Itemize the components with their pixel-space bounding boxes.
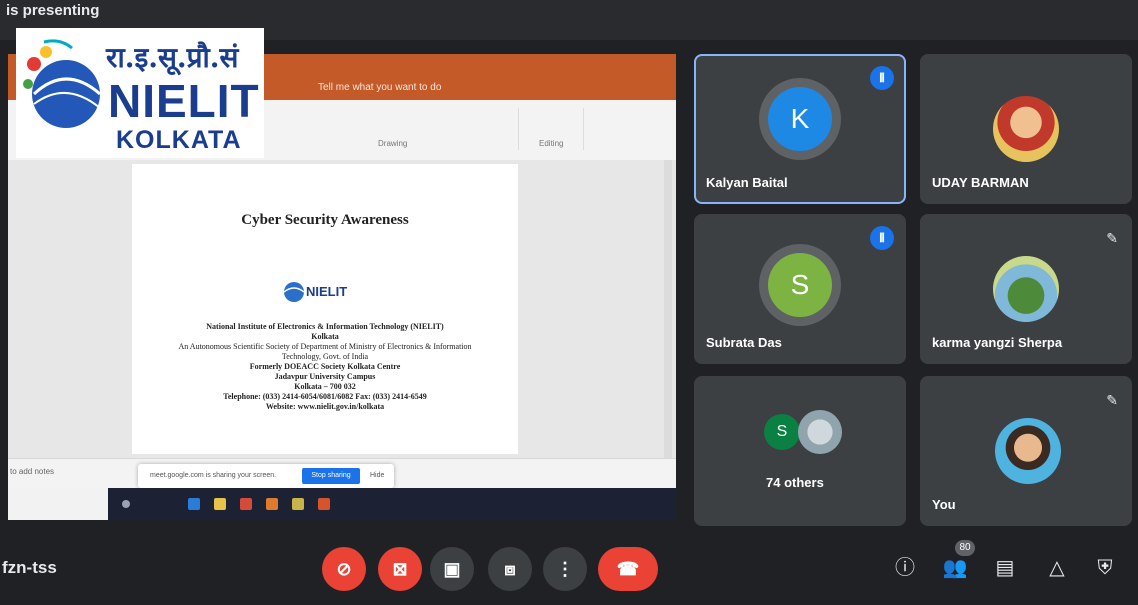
stop-sharing-button[interactable]: Stop sharing: [302, 468, 360, 484]
present-icon: ⧈: [504, 559, 516, 579]
screen-share-notice: meet.google.com is sharing your screen. …: [138, 464, 394, 488]
captions-button[interactable]: ▣: [430, 547, 474, 591]
slide-line: Formerly DOEACC Society Kolkata Centre: [249, 362, 401, 371]
slide-line: Kolkata: [311, 332, 339, 341]
logo-city: KOLKATA: [116, 126, 242, 154]
hangup-icon: ☎: [616, 559, 640, 579]
avatar: K: [768, 87, 832, 151]
firefox-icon[interactable]: [266, 498, 278, 510]
slide-logo-text: NIELIT: [306, 284, 348, 299]
ribbon-group-editing: Editing: [523, 108, 584, 150]
ribbon-group-drawing: Drawing: [258, 108, 519, 150]
people-icon[interactable]: 👥: [940, 553, 970, 583]
slide-body: National Institute of Electronics & Info…: [152, 322, 498, 412]
hide-button[interactable]: Hide: [370, 472, 384, 479]
activities-icon[interactable]: △: [1042, 553, 1072, 583]
camera-toggle-button[interactable]: ⊠: [378, 547, 422, 591]
profile-photo: [993, 256, 1059, 322]
mic-off-icon: ✎: [1106, 392, 1118, 408]
profile-photo: [995, 418, 1061, 484]
ppt-tell-me: Tell me what you want to do: [318, 82, 442, 93]
audio-level-icon: ⦀: [870, 226, 894, 250]
participant-name: karma yangzi Sherpa: [932, 335, 1063, 350]
host-controls-icon[interactable]: ⛨: [1090, 553, 1120, 583]
info-icon[interactable]: ⓘ: [890, 553, 920, 583]
participant-tile-others[interactable]: S 74 others: [694, 376, 906, 526]
search-icon[interactable]: [122, 500, 130, 508]
captions-icon: ▣: [443, 559, 461, 579]
mic-toggle-button[interactable]: ⊘: [322, 547, 366, 591]
others-count: 74 others: [766, 475, 824, 490]
slide-line: Kolkata – 700 032: [294, 382, 356, 391]
edge-icon[interactable]: [188, 498, 200, 510]
chat-icon[interactable]: ▤: [990, 553, 1020, 583]
slide-line: An Autonomous Scientific Society of Depa…: [178, 342, 472, 351]
avatar: S: [764, 414, 800, 450]
camera-off-icon: ⊠: [392, 559, 408, 579]
slide-line: Jadavpur University Campus: [274, 372, 376, 381]
meeting-code: fzn-tss: [2, 558, 57, 577]
avatar: S: [768, 253, 832, 317]
participant-tile-subrata[interactable]: S ⦀ Subrata Das: [694, 214, 906, 364]
participant-name: UDAY BARMAN: [932, 175, 1029, 190]
presenting-text: is presenting: [6, 2, 100, 19]
logo-hindi: रा.इ.सू.प्रौ.सं: [106, 41, 239, 74]
slide-line: Website: www.nielit.gov.in/kolkata: [265, 402, 385, 411]
participant-tile-you[interactable]: ✎ You: [920, 376, 1132, 526]
leave-call-button[interactable]: ☎: [598, 547, 658, 591]
participant-name: Subrata Das: [706, 335, 782, 350]
mic-off-icon: ✎: [1106, 230, 1118, 246]
slide-line: National Institute of Electronics & Info…: [206, 322, 444, 331]
chrome-icon[interactable]: [292, 498, 304, 510]
windows-taskbar: [108, 488, 676, 520]
slide: Cyber Security Awareness NIELIT National…: [132, 164, 518, 454]
mic-off-icon: ⊘: [336, 559, 352, 579]
folder-icon[interactable]: [214, 498, 226, 510]
slide-logo: NIELIT: [282, 276, 362, 306]
more-options-button[interactable]: ⋮: [543, 547, 587, 591]
participant-tile-kalyan[interactable]: K ⦀ Kalyan Baital: [694, 54, 906, 204]
share-message: meet.google.com is sharing your screen.: [150, 472, 277, 479]
profile-photo: [993, 96, 1059, 162]
participant-tile-karma[interactable]: ✎ karma yangzi Sherpa: [920, 214, 1132, 364]
notes-hint: to add notes: [10, 467, 55, 476]
participant-name: You: [932, 497, 956, 512]
nielit-logo: रा.इ.सू.प्रौ.सं NIELIT KOLKATA: [16, 28, 264, 158]
slide-area: Cyber Security Awareness NIELIT National…: [8, 160, 676, 458]
slide-line: Technology, Govt. of India: [281, 352, 369, 361]
powerpoint-icon[interactable]: [318, 498, 330, 510]
audio-level-icon: ⦀: [870, 66, 894, 90]
globe-logo-icon: [23, 39, 101, 128]
slide-line: Telephone: (033) 2414-6054/6081/6082 Fax…: [223, 392, 427, 401]
more-icon: ⋮: [556, 559, 574, 579]
present-button[interactable]: ⧈: [488, 547, 532, 591]
slide-scrollbar[interactable]: [664, 160, 672, 458]
participant-tile-uday[interactable]: UDAY BARMAN: [920, 54, 1132, 204]
app-icon[interactable]: [240, 498, 252, 510]
participant-name: Kalyan Baital: [706, 175, 788, 190]
slide-title: Cyber Security Awareness: [241, 212, 409, 228]
logo-name: NIELIT: [108, 75, 260, 127]
profile-photo: [798, 410, 842, 454]
globe-icon: [283, 282, 305, 302]
